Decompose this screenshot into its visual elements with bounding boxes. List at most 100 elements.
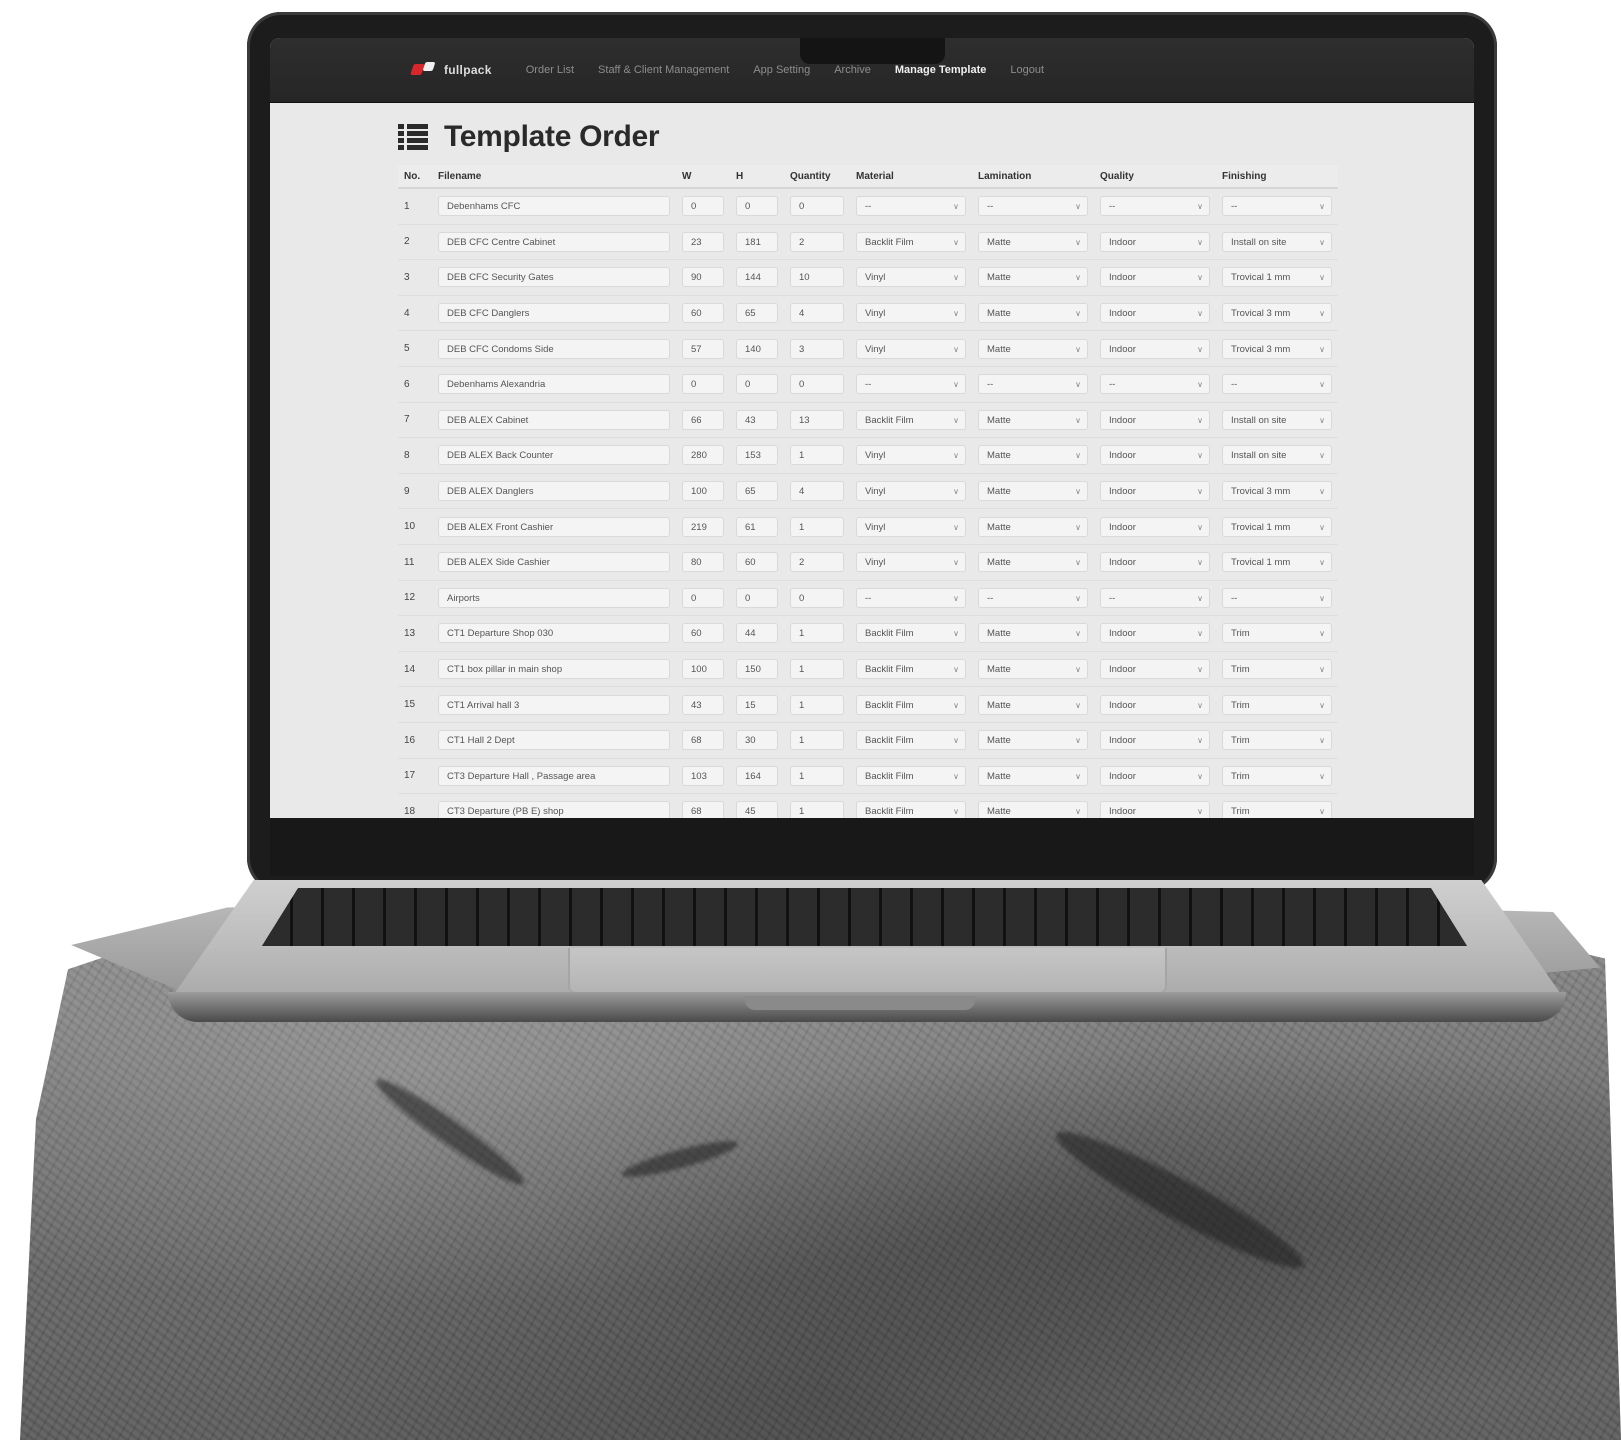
material-select[interactable]: Backlit Film ∨ [856,231,966,252]
filename-input[interactable]: CT1 box pillar in main shop [438,659,670,680]
finishing-select[interactable]: -- ∨ [1222,587,1332,608]
lamination-select[interactable]: -- ∨ [978,587,1088,608]
filename-input[interactable]: DEB CFC Centre Cabinet [438,231,670,252]
height-input[interactable]: 153 [736,445,778,466]
width-input[interactable]: 23 [682,231,724,252]
width-input[interactable]: 90 [682,267,724,288]
finishing-select[interactable]: Trovical 3 mm ∨ [1222,481,1332,502]
width-input[interactable]: 103 [682,765,724,786]
nav-manage-template[interactable]: Manage Template [895,64,987,76]
width-input[interactable]: 60 [682,303,724,324]
finishing-select[interactable]: -- ∨ [1222,374,1332,395]
quality-select[interactable]: Indoor ∨ [1100,445,1210,466]
height-input[interactable]: 181 [736,231,778,252]
width-input[interactable]: 57 [682,338,724,359]
brand-logo[interactable]: fullpack [410,62,492,78]
width-input[interactable]: 68 [682,730,724,751]
height-input[interactable]: 44 [736,623,778,644]
filename-input[interactable]: DEB CFC Condoms Side [438,338,670,359]
quantity-input[interactable]: 1 [790,623,844,644]
material-select[interactable]: Backlit Film ∨ [856,623,966,644]
material-select[interactable]: Backlit Film ∨ [856,409,966,430]
quality-select[interactable]: Indoor ∨ [1100,765,1210,786]
height-input[interactable]: 43 [736,409,778,430]
lamination-select[interactable]: Matte ∨ [978,445,1088,466]
lamination-select[interactable]: Matte ∨ [978,659,1088,680]
material-select[interactable]: Backlit Film ∨ [856,765,966,786]
filename-input[interactable]: CT1 Hall 2 Dept [438,730,670,751]
material-select[interactable]: Backlit Film ∨ [856,659,966,680]
filename-input[interactable]: Debenhams CFC [438,196,670,217]
height-input[interactable]: 30 [736,730,778,751]
filename-input[interactable]: CT3 Departure (PB E) shop [438,801,670,818]
nav-archive[interactable]: Archive [834,64,871,76]
finishing-select[interactable]: Trim ∨ [1222,765,1332,786]
height-input[interactable]: 0 [736,196,778,217]
lamination-select[interactable]: Matte ∨ [978,765,1088,786]
height-input[interactable]: 45 [736,801,778,818]
finishing-select[interactable]: -- ∨ [1222,196,1332,217]
quantity-input[interactable]: 2 [790,231,844,252]
height-input[interactable]: 65 [736,303,778,324]
filename-input[interactable]: Airports [438,587,670,608]
quantity-input[interactable]: 1 [790,445,844,466]
material-select[interactable]: Vinyl ∨ [856,552,966,573]
quantity-input[interactable]: 1 [790,765,844,786]
finishing-select[interactable]: Trim ∨ [1222,623,1332,644]
lamination-select[interactable]: Matte ∨ [978,694,1088,715]
filename-input[interactable]: DEB ALEX Side Cashier [438,552,670,573]
finishing-select[interactable]: Trovical 3 mm ∨ [1222,338,1332,359]
width-input[interactable]: 280 [682,445,724,466]
width-input[interactable]: 80 [682,552,724,573]
material-select[interactable]: Vinyl ∨ [856,516,966,537]
quality-select[interactable]: Indoor ∨ [1100,516,1210,537]
lamination-select[interactable]: Matte ∨ [978,516,1088,537]
width-input[interactable]: 0 [682,587,724,608]
finishing-select[interactable]: Trim ∨ [1222,659,1332,680]
material-select[interactable]: Backlit Film ∨ [856,730,966,751]
filename-input[interactable]: CT3 Departure Hall , Passage area [438,765,670,786]
lamination-select[interactable]: Matte ∨ [978,481,1088,502]
quality-select[interactable]: Indoor ∨ [1100,659,1210,680]
nav-order-list[interactable]: Order List [526,64,574,76]
lamination-select[interactable]: Matte ∨ [978,409,1088,430]
finishing-select[interactable]: Trovical 1 mm ∨ [1222,267,1332,288]
nav-app-setting[interactable]: App Setting [753,64,810,76]
width-input[interactable]: 0 [682,374,724,395]
finishing-select[interactable]: Install on site ∨ [1222,445,1332,466]
filename-input[interactable]: DEB CFC Danglers [438,303,670,324]
height-input[interactable]: 140 [736,338,778,359]
quantity-input[interactable]: 0 [790,587,844,608]
quality-select[interactable]: -- ∨ [1100,587,1210,608]
quantity-input[interactable]: 10 [790,267,844,288]
height-input[interactable]: 150 [736,659,778,680]
finishing-select[interactable]: Trovical 1 mm ∨ [1222,516,1332,537]
quantity-input[interactable]: 1 [790,694,844,715]
finishing-select[interactable]: Trim ∨ [1222,730,1332,751]
filename-input[interactable]: DEB ALEX Danglers [438,481,670,502]
material-select[interactable]: Backlit Film ∨ [856,801,966,818]
quality-select[interactable]: Indoor ∨ [1100,481,1210,502]
width-input[interactable]: 43 [682,694,724,715]
material-select[interactable]: Vinyl ∨ [856,338,966,359]
lamination-select[interactable]: -- ∨ [978,374,1088,395]
quality-select[interactable]: Indoor ∨ [1100,338,1210,359]
quality-select[interactable]: Indoor ∨ [1100,267,1210,288]
nav-logout[interactable]: Logout [1010,64,1044,76]
filename-input[interactable]: DEB ALEX Back Counter [438,445,670,466]
height-input[interactable]: 65 [736,481,778,502]
height-input[interactable]: 144 [736,267,778,288]
quality-select[interactable]: Indoor ∨ [1100,409,1210,430]
lamination-select[interactable]: Matte ∨ [978,267,1088,288]
quantity-input[interactable]: 0 [790,374,844,395]
width-input[interactable]: 66 [682,409,724,430]
quality-select[interactable]: Indoor ∨ [1100,623,1210,644]
material-select[interactable]: Backlit Film ∨ [856,694,966,715]
height-input[interactable]: 61 [736,516,778,537]
filename-input[interactable]: DEB ALEX Cabinet [438,409,670,430]
material-select[interactable]: -- ∨ [856,196,966,217]
filename-input[interactable]: CT1 Arrival hall 3 [438,694,670,715]
quantity-input[interactable]: 1 [790,659,844,680]
quality-select[interactable]: -- ∨ [1100,196,1210,217]
quantity-input[interactable]: 3 [790,338,844,359]
